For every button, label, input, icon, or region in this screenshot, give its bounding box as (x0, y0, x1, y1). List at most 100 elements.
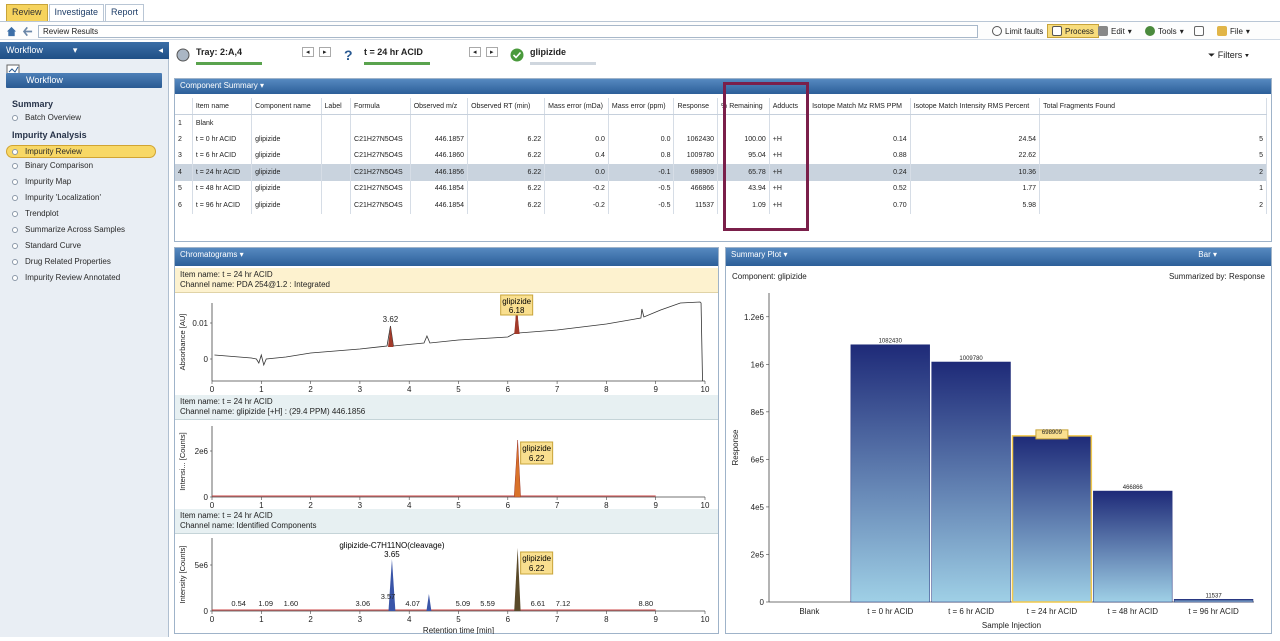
table-cell: 446.1854 (410, 180, 469, 197)
sidebar-item-drug-related-properties[interactable]: Drug Related Properties (12, 257, 111, 266)
table-cell: 2 (1039, 164, 1267, 181)
column-header[interactable]: Total Fragments Found (1039, 98, 1267, 115)
table-cell: 0.14 (808, 131, 911, 148)
component-label: glipizide (530, 47, 566, 57)
tab-review[interactable]: Review (6, 4, 48, 21)
table-row[interactable]: 5t = 48 hr ACID glipizide C21H27N5O4S 446.1… (175, 180, 1267, 197)
table-cell (910, 114, 1041, 131)
edit-icon (1098, 26, 1108, 36)
table-cell: 1062430 (673, 131, 719, 148)
workflow-selector[interactable]: Workflow (6, 73, 162, 88)
tab-investigate[interactable]: Investigate (48, 4, 105, 21)
sidebar-item-batch-overview[interactable]: Batch Overview (12, 113, 81, 122)
x-tick-label: 2 (308, 615, 313, 624)
y-tick-label: 2e5 (751, 550, 765, 559)
table-cell: 2 (175, 131, 193, 148)
bar-value-label: 698909 (1042, 430, 1063, 436)
tab-report[interactable]: Report (105, 4, 145, 21)
column-header[interactable]: Formula (350, 98, 411, 115)
table-cell: 5.98 (910, 197, 1041, 214)
sidebar-item-trendplot[interactable]: Trendplot (12, 209, 59, 218)
y-tick-label: 5e6 (195, 561, 209, 570)
sidebar-item-summarize-across-samples[interactable]: Summarize Across Samples (12, 225, 125, 234)
table-cell: 698909 (673, 164, 719, 181)
column-header[interactable]: Isotope Match Intensity RMS Percent (910, 98, 1041, 115)
x-tick-label: 0 (210, 615, 215, 624)
edit-button[interactable]: Edit ▾ (1098, 26, 1132, 36)
table-row[interactable]: 4t = 24 hr ACID glipizide C21H27N5O4S 446.1… (175, 164, 1267, 181)
file-button[interactable]: File ▾ (1217, 26, 1250, 36)
folder-icon (1217, 26, 1227, 36)
table-cell: 6.22 (467, 131, 546, 148)
chevron-down-icon[interactable]: ▾ (73, 45, 78, 55)
table-row[interactable]: 6t = 96 hr ACID glipizide C21H27N5O4S 446.1… (175, 197, 1267, 214)
column-header[interactable]: Observed m/z (410, 98, 469, 115)
row-header-corner (175, 98, 193, 115)
sidebar-item-impurity-review-annotated[interactable]: Impurity Review Annotated (12, 273, 120, 282)
tray-prev-button[interactable]: ◂ (302, 47, 314, 57)
injection-prev-button[interactable]: ◂ (469, 47, 481, 57)
bar-type-dropdown[interactable]: Bar ▾ (1198, 250, 1217, 259)
peak-label: 6.61 (531, 599, 546, 608)
summary-component-label: Component: glipizide (732, 272, 807, 281)
filters-button[interactable]: ⏷ Filters ▾ (1208, 50, 1249, 61)
home-icon[interactable] (6, 26, 17, 37)
tray-next-button[interactable]: ▸ (319, 47, 331, 57)
column-header[interactable]: Observed RT (min) (467, 98, 546, 115)
table-row[interactable]: 2t = 0 hr ACID glipizide C21H27N5O4S 446.18… (175, 131, 1267, 148)
back-arrow-icon[interactable] (22, 26, 33, 37)
column-header[interactable]: Response (673, 98, 719, 115)
peak-callout-rt: 6.22 (529, 564, 545, 573)
table-cell: 24.54 (910, 131, 1041, 148)
peak-label: 1.09 (258, 599, 273, 608)
table-cell (321, 197, 352, 214)
sidebar-item-binary-comparison[interactable]: Binary Comparison (12, 161, 93, 170)
table-cell: 6 (175, 197, 193, 214)
y-tick-label: 8e5 (751, 408, 765, 417)
column-header[interactable]: Isotope Match Mz RMS PPM (808, 98, 911, 115)
table-cell: 0.0 (544, 164, 609, 181)
process-icon (1052, 26, 1062, 36)
sidebar-item-standard-curve[interactable]: Standard Curve (12, 241, 81, 250)
process-button[interactable]: Process (1047, 24, 1099, 38)
table-cell (673, 114, 719, 131)
table-cell: 6.22 (467, 164, 546, 181)
breadcrumb[interactable]: Review Results (38, 25, 978, 38)
bar-value-label: 466866 (1123, 485, 1144, 491)
chevron-down-icon: ▾ (1127, 26, 1132, 36)
collapse-icon[interactable]: ◂ (158, 45, 163, 56)
table-row[interactable]: 3t = 6 hr ACID glipizide C21H27N5O4S 446.18… (175, 147, 1267, 164)
peak-label: 3.62 (383, 315, 399, 324)
check-icon (510, 48, 524, 62)
cleavage-rt: 3.65 (384, 550, 400, 559)
peak-callout-name: glipizide (522, 444, 551, 453)
x-tick-label: 9 (653, 615, 658, 624)
peak-label: 4.07 (405, 599, 420, 608)
column-header[interactable]: Mass error (mDa) (544, 98, 609, 115)
sidebar-item-impurity-map[interactable]: Impurity Map (12, 177, 71, 186)
peak-callout-rt: 6.18 (509, 306, 525, 315)
sidebar-item-impurity-localization[interactable]: Impurity 'Localization' (12, 193, 101, 202)
x-tick-label: 5 (456, 385, 461, 394)
table-cell: 1 (1039, 180, 1267, 197)
ribbon-tabs: Review Investigate Report (6, 4, 145, 21)
y-tick-label: 2e6 (195, 447, 209, 456)
column-header[interactable]: Item name (192, 98, 253, 115)
peak-label: 1.60 (284, 599, 299, 608)
glipizide-peak (513, 439, 521, 498)
injection-next-button[interactable]: ▸ (486, 47, 498, 57)
column-header[interactable]: Component name (251, 98, 322, 115)
column-header[interactable]: Mass error (ppm) (608, 98, 675, 115)
limit-faults-button[interactable]: Limit faults (992, 26, 1043, 36)
tools-button[interactable]: Tools ▾ (1145, 26, 1184, 36)
gear-icon (1145, 26, 1155, 36)
table-cell: glipizide (251, 131, 322, 148)
table-cell: 5 (175, 180, 193, 197)
column-header[interactable]: Label (321, 98, 352, 115)
sidebar-item-impurity-review[interactable]: Impurity Review (6, 145, 156, 158)
x-tick-label: t = 6 hr ACID (948, 607, 994, 616)
x-tick-label: 8 (604, 385, 609, 394)
copy-icon[interactable] (1194, 26, 1204, 36)
table-row[interactable]: 1 Blank (175, 114, 1267, 131)
table-cell: -0.2 (544, 180, 609, 197)
